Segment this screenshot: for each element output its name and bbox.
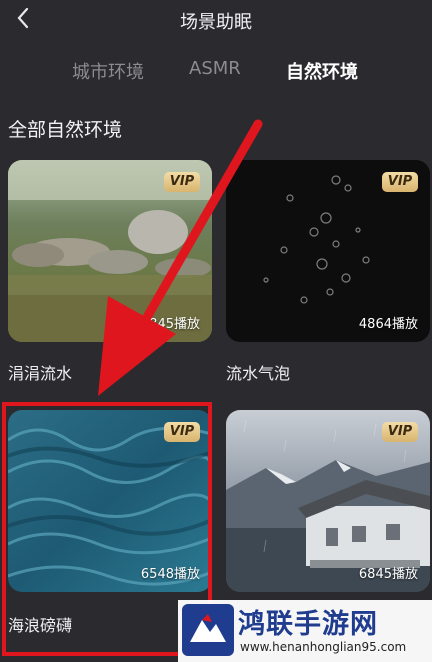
page-title: 场景助眠 (180, 12, 252, 33)
play-count: 845播放 (149, 317, 200, 332)
sound-card-rainy-lake[interactable]: VIP 6845播放 (226, 410, 430, 592)
play-count: 4864播放 (358, 317, 418, 332)
vip-badge: VIP (164, 172, 200, 192)
sound-card-stream[interactable]: VIP 845播放 (8, 160, 212, 342)
tab-asmr[interactable]: ASMR (189, 58, 241, 79)
watermark-logo-icon (182, 604, 234, 656)
card-label-stream[interactable]: 涓涓流水 (8, 360, 72, 384)
play-count: 6845播放 (358, 567, 418, 582)
tab-nature[interactable]: 自然环境 (286, 58, 358, 84)
card-label-bubbles[interactable]: 流水气泡 (226, 360, 290, 384)
category-tabs: 城市环境 ASMR 自然环境 (0, 58, 432, 88)
vip-badge: VIP (382, 172, 418, 192)
sound-card-bubbles[interactable]: VIP 4864播放 (226, 160, 430, 342)
vip-badge: VIP (382, 422, 418, 442)
top-bar: 场景助眠 (0, 0, 432, 40)
watermark-url: www.henanhonglian95.com (240, 640, 407, 654)
watermark-name: 鸿联手游网 (238, 609, 378, 640)
section-title: 全部自然环境 (8, 119, 123, 141)
tab-city[interactable]: 城市环境 (72, 58, 144, 84)
site-watermark: 鸿联手游网 www.henanhonglian95.com (178, 600, 432, 662)
